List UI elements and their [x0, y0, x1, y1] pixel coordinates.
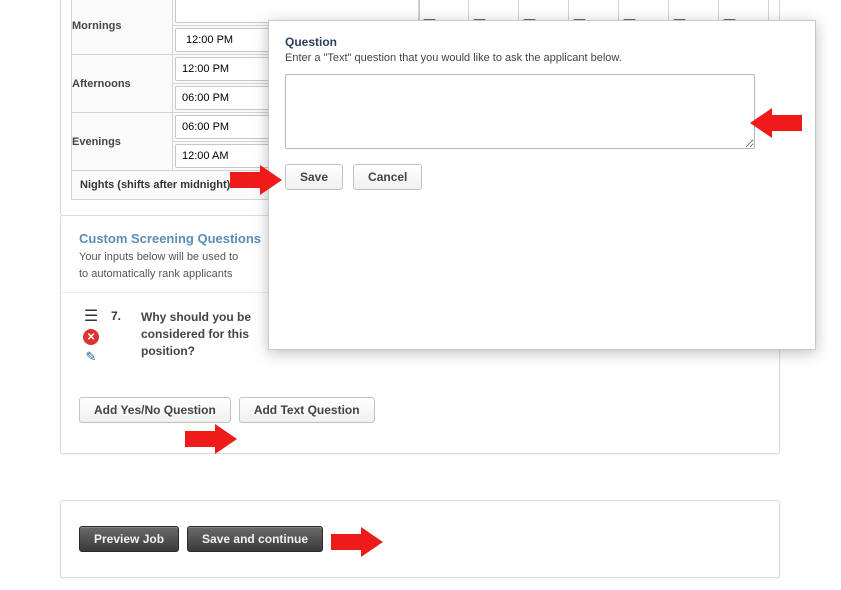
popup-cancel-button[interactable]: Cancel [353, 164, 422, 190]
popup-buttons: Save Cancel [285, 164, 799, 190]
question-popup: Question Enter a "Text" question that yo… [268, 20, 816, 350]
popup-title: Question [285, 35, 799, 49]
question-textarea[interactable] [285, 74, 755, 149]
question-number: 7. [111, 309, 131, 323]
bottom-panel: Preview Job Save and continue [60, 500, 780, 578]
drag-handle-icon[interactable]: ☰ [84, 309, 98, 325]
add-text-question-button[interactable]: Add Text Question [239, 397, 375, 423]
popup-save-button[interactable]: Save [285, 164, 343, 190]
question-actions: ☰ ✕ ✎ [81, 309, 101, 365]
edit-question-button[interactable]: ✎ [83, 349, 99, 365]
popup-subtitle: Enter a "Text" question that you would l… [285, 52, 799, 64]
row-afternoons-label: Afternoons [72, 55, 173, 113]
preview-job-button[interactable]: Preview Job [79, 526, 179, 552]
row-evenings-label: Evenings [72, 113, 173, 171]
add-yes-no-question-button[interactable]: Add Yes/No Question [79, 397, 231, 423]
add-question-buttons: Add Yes/No Question Add Text Question [79, 397, 761, 423]
delete-question-button[interactable]: ✕ [83, 329, 99, 345]
save-and-continue-button[interactable]: Save and continue [187, 526, 323, 552]
row-mornings-label: Mornings [72, 0, 173, 55]
